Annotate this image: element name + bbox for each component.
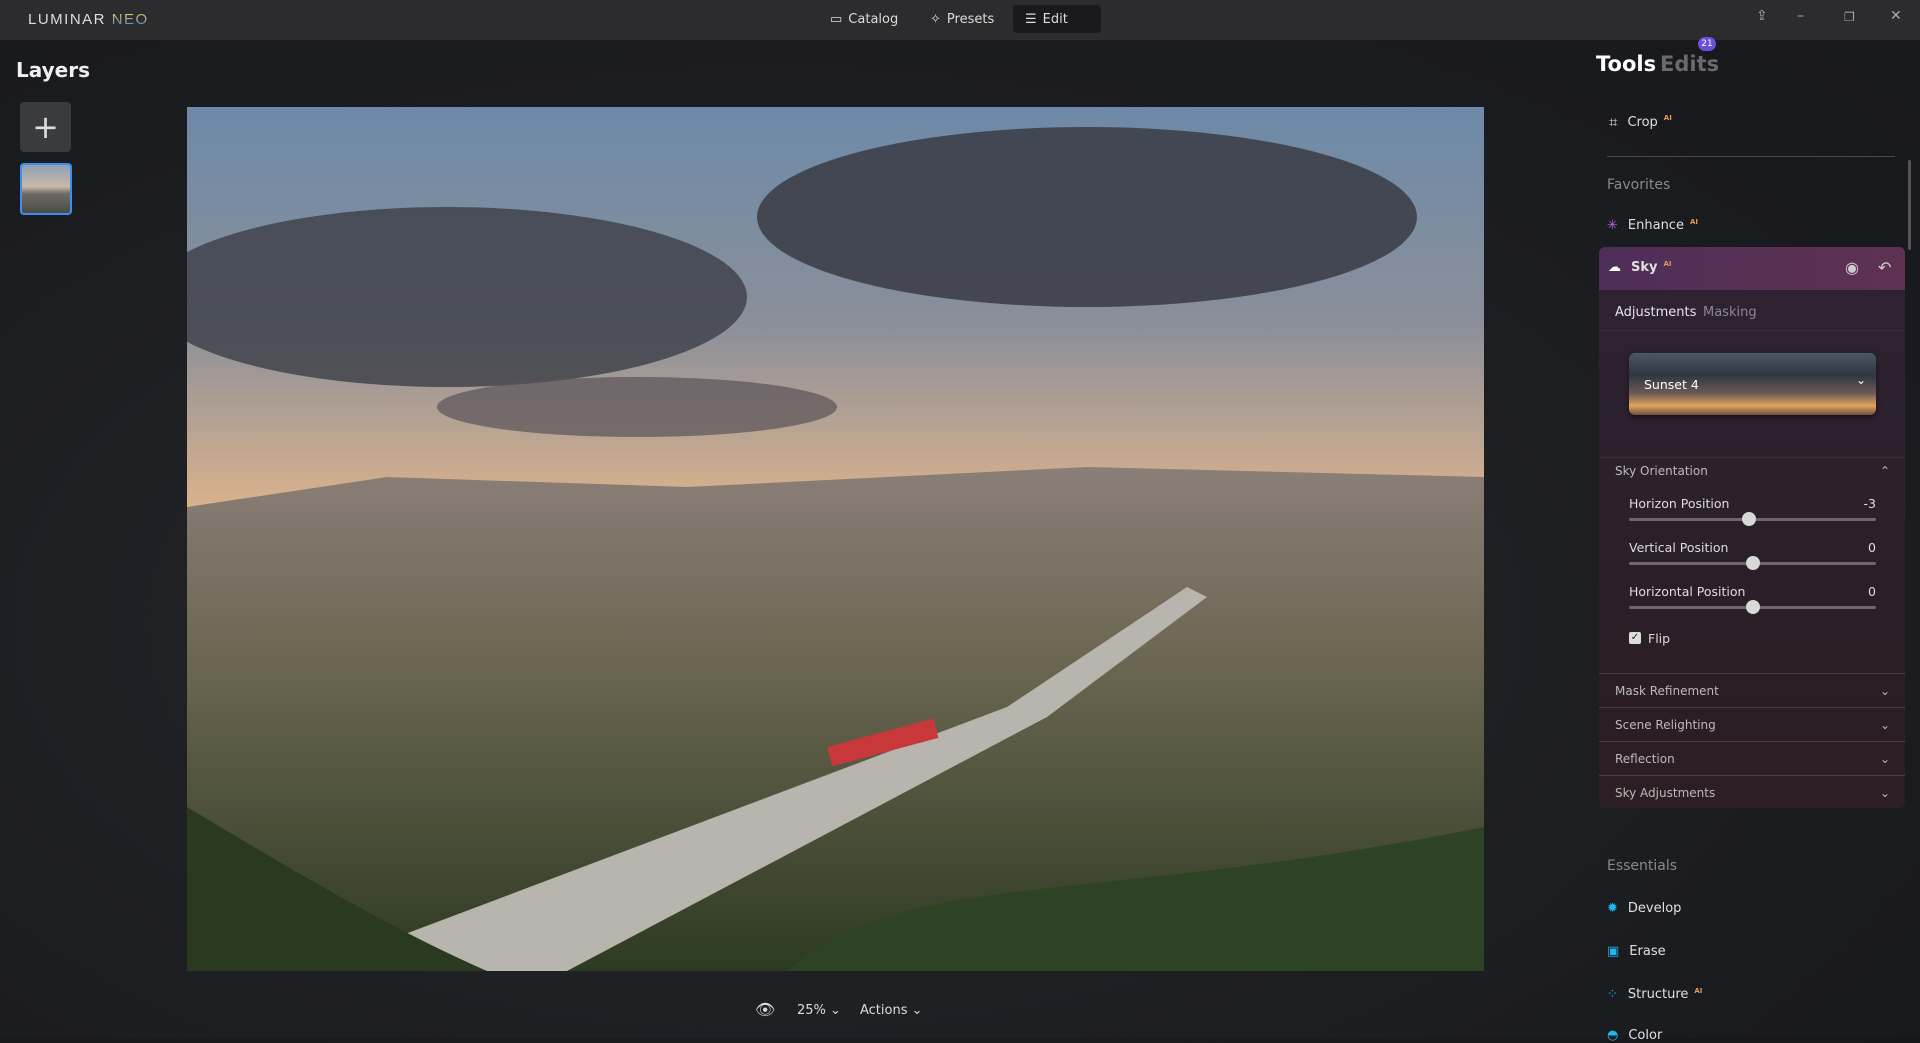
collapsible-section[interactable]: Reflection ⌄ (1615, 752, 1890, 766)
tool-develop[interactable]: ✹ Develop (1607, 901, 1681, 916)
visibility-eye-icon[interactable]: ◉ (1845, 258, 1859, 277)
folder-icon: ▭ (830, 11, 843, 27)
tool-label: Erase (1629, 944, 1666, 959)
collapsible-section[interactable]: Sky Adjustments ⌄ (1615, 786, 1890, 800)
layers-title: Layers (16, 58, 90, 82)
sky-preset-name: Sunset 4 (1644, 377, 1699, 392)
edits-count-badge: 21 (1698, 37, 1716, 51)
cloud (437, 377, 837, 437)
sliders-icon: ☰ (1025, 11, 1037, 27)
sparkle-icon: ✧ (930, 11, 941, 27)
actions-dropdown[interactable]: Actions ⌄ (860, 1003, 923, 1018)
chevron-down-icon: ⌄ (1879, 718, 1890, 732)
slider-label: Vertical Position (1629, 540, 1729, 555)
tab-catalog[interactable]: ▭ Catalog (818, 5, 910, 33)
tool-crop[interactable]: ⌗ Crop AI (1609, 113, 1672, 131)
section-label: Reflection (1615, 752, 1675, 766)
section-label: Sky Adjustments (1615, 786, 1716, 800)
close-icon[interactable]: ✕ (1890, 8, 1902, 24)
cloud (757, 127, 1417, 307)
flip-label: Flip (1648, 631, 1671, 646)
photo-canvas[interactable] (187, 107, 1484, 971)
cloud-icon: ☁ (1608, 260, 1621, 275)
slider-value[interactable]: 0 (1868, 584, 1876, 599)
tab-label: Presets (946, 11, 995, 27)
eraser-icon: ▣ (1607, 944, 1620, 959)
color-icon: ◓ (1607, 1028, 1619, 1043)
ai-badge: AI (1689, 217, 1698, 226)
chevron-down-icon: ⌄ (1879, 684, 1890, 698)
app-logo: LUMINAR NEO (28, 11, 149, 28)
divider (1607, 156, 1895, 157)
chevron-down-icon: ⌄ (1879, 786, 1890, 800)
tab-label: Catalog (848, 11, 899, 27)
slider-track[interactable] (1629, 512, 1876, 526)
ai-badge: AI (1694, 986, 1703, 995)
divider (1599, 457, 1905, 458)
collapsible-section[interactable]: Scene Relighting ⌄ (1615, 718, 1890, 732)
section-label: Sky Orientation (1615, 464, 1708, 478)
slider-label: Horizon Position (1629, 496, 1730, 511)
tab-adjustments[interactable]: Adjustments (1615, 305, 1696, 320)
tab-tools[interactable]: Tools (1596, 52, 1656, 76)
share-icon[interactable]: ⇪ (1756, 8, 1768, 24)
collapsible-section[interactable]: Mask Refinement ⌄ (1615, 684, 1890, 698)
sky-orientation-header[interactable]: Sky Orientation ⌃ (1615, 464, 1890, 478)
ai-badge: AI (1663, 259, 1672, 268)
tool-structure[interactable]: ⁘ Structure AI (1607, 986, 1703, 1003)
layer-thumbnail[interactable] (20, 163, 72, 215)
slider-track[interactable] (1629, 600, 1876, 614)
tool-enhance[interactable]: ✳ Enhance AI (1607, 217, 1698, 234)
slider-value[interactable]: -3 (1864, 496, 1876, 511)
tool-label: Crop (1627, 114, 1658, 130)
section-label: Scene Relighting (1615, 718, 1716, 732)
slider-value[interactable]: 0 (1868, 540, 1876, 555)
slider-label: Horizontal Position (1629, 584, 1746, 599)
favorites-heading: Favorites (1607, 177, 1671, 193)
preview-eye-icon[interactable]: 👁 (755, 1000, 775, 1019)
tab-edit[interactable]: ☰ Edit (1013, 5, 1101, 33)
tool-erase[interactable]: ▣ Erase (1607, 944, 1666, 959)
panel-scrollbar[interactable] (1908, 160, 1911, 250)
divider (1599, 775, 1905, 776)
minimize-icon[interactable]: – (1797, 8, 1804, 24)
add-layer-button[interactable]: + (20, 102, 71, 152)
slider-track[interactable] (1629, 556, 1876, 570)
tool-label: Color (1628, 1028, 1663, 1043)
zoom-value: 25% (797, 1003, 826, 1018)
reset-undo-icon[interactable]: ↶ (1878, 258, 1891, 277)
tab-masking[interactable]: Masking (1703, 305, 1757, 320)
zoom-dropdown[interactable]: 25% ⌄ (797, 1003, 841, 1018)
chevron-down-icon: ⌄ (1879, 752, 1890, 766)
sun-icon: ✹ (1607, 901, 1618, 916)
tool-label: Develop (1627, 901, 1682, 916)
tool-color[interactable]: ◓ Color (1607, 1028, 1662, 1043)
crop-icon: ⌗ (1609, 113, 1618, 131)
slider-thumb[interactable] (1745, 556, 1760, 570)
tab-presets[interactable]: ✧ Presets (918, 5, 1006, 33)
divider (1599, 673, 1905, 674)
divider (1599, 707, 1905, 708)
tab-edits[interactable]: Edits (1660, 52, 1719, 76)
sky-preset-dropdown[interactable]: Sunset 4 ⌄ (1629, 353, 1876, 415)
chevron-up-icon: ⌃ (1879, 464, 1890, 478)
tab-label: Edit (1042, 11, 1068, 27)
essentials-heading: Essentials (1607, 858, 1678, 874)
slider-thumb[interactable] (1741, 512, 1756, 526)
tool-label: Enhance (1627, 218, 1684, 233)
actions-label: Actions (860, 1003, 908, 1018)
structure-dots-icon: ⁘ (1607, 987, 1618, 1002)
restore-icon[interactable]: ❐ (1844, 10, 1855, 24)
section-label: Mask Refinement (1615, 684, 1719, 698)
tool-sky[interactable]: ☁ Sky AI (1608, 259, 1672, 276)
ai-badge: AI (1663, 114, 1672, 122)
divider (1599, 330, 1905, 331)
enhance-wand-icon: ✳ (1607, 218, 1618, 233)
tool-label: Sky (1631, 260, 1658, 275)
chevron-down-icon: ⌄ (1855, 373, 1866, 387)
divider (1599, 741, 1905, 742)
tool-label: Structure (1627, 987, 1689, 1002)
slider-thumb[interactable] (1745, 600, 1760, 614)
flip-checkbox[interactable]: ✓ (1629, 632, 1641, 644)
